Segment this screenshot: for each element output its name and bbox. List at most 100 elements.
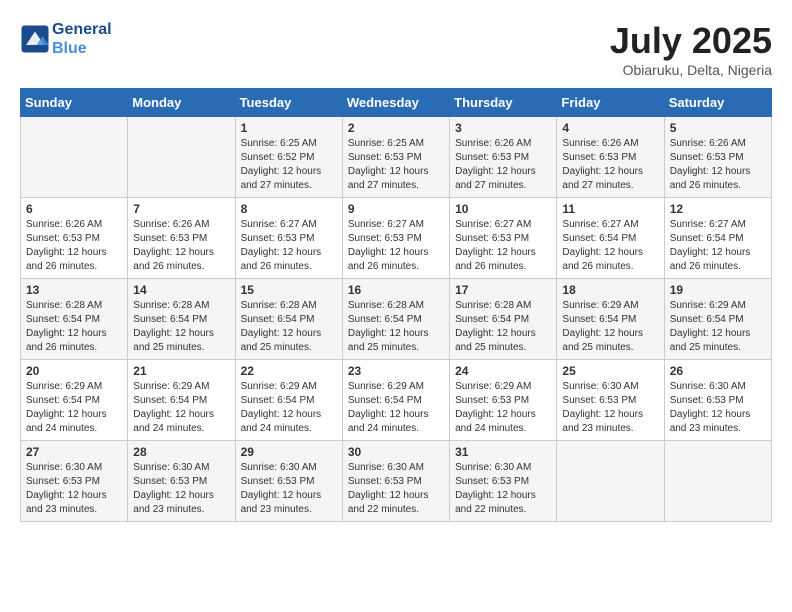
day-number: 5: [670, 121, 766, 135]
day-number: 23: [348, 364, 444, 378]
day-number: 25: [562, 364, 658, 378]
calendar-cell: 13 Sunrise: 6:28 AM Sunset: 6:54 PM Dayli…: [21, 279, 128, 360]
weekday-header-saturday: Saturday: [664, 89, 771, 117]
day-info: Sunrise: 6:26 AM Sunset: 6:53 PM Dayligh…: [455, 137, 551, 193]
day-number: 28: [133, 445, 229, 459]
day-info: Sunrise: 6:28 AM Sunset: 6:54 PM Dayligh…: [348, 299, 444, 355]
calendar-cell: 8 Sunrise: 6:27 AM Sunset: 6:53 PM Daylig…: [235, 198, 342, 279]
calendar-cell: 3 Sunrise: 6:26 AM Sunset: 6:53 PM Daylig…: [450, 117, 557, 198]
weekday-header-sunday: Sunday: [21, 89, 128, 117]
day-info: Sunrise: 6:25 AM Sunset: 6:52 PM Dayligh…: [241, 137, 337, 193]
calendar-week-row: 6 Sunrise: 6:26 AM Sunset: 6:53 PM Daylig…: [21, 198, 772, 279]
day-number: 24: [455, 364, 551, 378]
calendar-week-row: 1 Sunrise: 6:25 AM Sunset: 6:52 PM Daylig…: [21, 117, 772, 198]
calendar-cell: 24 Sunrise: 6:29 AM Sunset: 6:53 PM Dayli…: [450, 360, 557, 441]
calendar-cell: 5 Sunrise: 6:26 AM Sunset: 6:53 PM Daylig…: [664, 117, 771, 198]
month-title: July 2025: [610, 20, 772, 62]
day-info: Sunrise: 6:29 AM Sunset: 6:53 PM Dayligh…: [455, 380, 551, 436]
day-info: Sunrise: 6:30 AM Sunset: 6:53 PM Dayligh…: [562, 380, 658, 436]
day-info: Sunrise: 6:28 AM Sunset: 6:54 PM Dayligh…: [241, 299, 337, 355]
day-info: Sunrise: 6:29 AM Sunset: 6:54 PM Dayligh…: [670, 299, 766, 355]
day-info: Sunrise: 6:29 AM Sunset: 6:54 PM Dayligh…: [562, 299, 658, 355]
day-info: Sunrise: 6:26 AM Sunset: 6:53 PM Dayligh…: [670, 137, 766, 193]
calendar-cell: [557, 441, 664, 522]
day-info: Sunrise: 6:30 AM Sunset: 6:53 PM Dayligh…: [670, 380, 766, 436]
day-number: 10: [455, 202, 551, 216]
weekday-header-friday: Friday: [557, 89, 664, 117]
day-number: 21: [133, 364, 229, 378]
day-info: Sunrise: 6:28 AM Sunset: 6:54 PM Dayligh…: [26, 299, 122, 355]
calendar-week-row: 13 Sunrise: 6:28 AM Sunset: 6:54 PM Dayli…: [21, 279, 772, 360]
day-info: Sunrise: 6:27 AM Sunset: 6:53 PM Dayligh…: [348, 218, 444, 274]
calendar-cell: 31 Sunrise: 6:30 AM Sunset: 6:53 PM Dayli…: [450, 441, 557, 522]
calendar-cell: 11 Sunrise: 6:27 AM Sunset: 6:54 PM Dayli…: [557, 198, 664, 279]
weekday-header-tuesday: Tuesday: [235, 89, 342, 117]
calendar-cell: 25 Sunrise: 6:30 AM Sunset: 6:53 PM Dayli…: [557, 360, 664, 441]
day-info: Sunrise: 6:30 AM Sunset: 6:53 PM Dayligh…: [348, 461, 444, 517]
day-number: 30: [348, 445, 444, 459]
logo: General Blue: [20, 20, 112, 58]
day-number: 1: [241, 121, 337, 135]
day-info: Sunrise: 6:29 AM Sunset: 6:54 PM Dayligh…: [241, 380, 337, 436]
day-number: 9: [348, 202, 444, 216]
calendar-cell: 9 Sunrise: 6:27 AM Sunset: 6:53 PM Daylig…: [342, 198, 449, 279]
day-number: 29: [241, 445, 337, 459]
day-info: Sunrise: 6:30 AM Sunset: 6:53 PM Dayligh…: [241, 461, 337, 517]
day-info: Sunrise: 6:29 AM Sunset: 6:54 PM Dayligh…: [133, 380, 229, 436]
calendar-cell: 4 Sunrise: 6:26 AM Sunset: 6:53 PM Daylig…: [557, 117, 664, 198]
calendar-cell: 17 Sunrise: 6:28 AM Sunset: 6:54 PM Dayli…: [450, 279, 557, 360]
day-number: 11: [562, 202, 658, 216]
day-info: Sunrise: 6:28 AM Sunset: 6:54 PM Dayligh…: [455, 299, 551, 355]
day-number: 15: [241, 283, 337, 297]
calendar-cell: [128, 117, 235, 198]
day-number: 13: [26, 283, 122, 297]
calendar-week-row: 27 Sunrise: 6:30 AM Sunset: 6:53 PM Dayli…: [21, 441, 772, 522]
calendar-cell: 12 Sunrise: 6:27 AM Sunset: 6:54 PM Dayli…: [664, 198, 771, 279]
day-info: Sunrise: 6:28 AM Sunset: 6:54 PM Dayligh…: [133, 299, 229, 355]
title-block: July 2025 Obiaruku, Delta, Nigeria: [610, 20, 772, 78]
calendar-cell: 6Sunrise: 6:26 AM Sunset: 6:53 PM Daylig…: [21, 198, 128, 279]
day-number: 16: [348, 283, 444, 297]
location: Obiaruku, Delta, Nigeria: [610, 62, 772, 78]
day-number: 3: [455, 121, 551, 135]
day-number: 6: [26, 202, 122, 216]
calendar-cell: 26 Sunrise: 6:30 AM Sunset: 6:53 PM Dayli…: [664, 360, 771, 441]
day-number: 19: [670, 283, 766, 297]
weekday-row: SundayMondayTuesdayWednesdayThursdayFrid…: [21, 89, 772, 117]
day-info: Sunrise: 6:26 AM Sunset: 6:53 PM Dayligh…: [133, 218, 229, 274]
day-info: Sunrise: 6:30 AM Sunset: 6:53 PM Dayligh…: [26, 461, 122, 517]
day-number: 8: [241, 202, 337, 216]
calendar-cell: 7Sunrise: 6:26 AM Sunset: 6:53 PM Daylig…: [128, 198, 235, 279]
day-number: 18: [562, 283, 658, 297]
calendar-cell: 28Sunrise: 6:30 AM Sunset: 6:53 PM Dayli…: [128, 441, 235, 522]
calendar-cell: [21, 117, 128, 198]
day-info: Sunrise: 6:27 AM Sunset: 6:54 PM Dayligh…: [562, 218, 658, 274]
logo-text: General Blue: [52, 20, 112, 58]
day-number: 26: [670, 364, 766, 378]
calendar-header: SundayMondayTuesdayWednesdayThursdayFrid…: [21, 89, 772, 117]
day-info: Sunrise: 6:27 AM Sunset: 6:53 PM Dayligh…: [455, 218, 551, 274]
day-number: 4: [562, 121, 658, 135]
calendar-cell: 22 Sunrise: 6:29 AM Sunset: 6:54 PM Dayli…: [235, 360, 342, 441]
calendar-cell: 14 Sunrise: 6:28 AM Sunset: 6:54 PM Dayli…: [128, 279, 235, 360]
calendar-cell: 23Sunrise: 6:29 AM Sunset: 6:54 PM Dayli…: [342, 360, 449, 441]
day-number: 12: [670, 202, 766, 216]
logo-icon: [20, 24, 50, 54]
calendar-cell: 10 Sunrise: 6:27 AM Sunset: 6:53 PM Dayli…: [450, 198, 557, 279]
calendar-cell: 29 Sunrise: 6:30 AM Sunset: 6:53 PM Dayli…: [235, 441, 342, 522]
calendar-body: 1 Sunrise: 6:25 AM Sunset: 6:52 PM Daylig…: [21, 117, 772, 522]
day-number: 31: [455, 445, 551, 459]
calendar-cell: 18 Sunrise: 6:29 AM Sunset: 6:54 PM Dayli…: [557, 279, 664, 360]
day-number: 14: [133, 283, 229, 297]
calendar-cell: 1 Sunrise: 6:25 AM Sunset: 6:52 PM Daylig…: [235, 117, 342, 198]
day-number: 17: [455, 283, 551, 297]
day-info: Sunrise: 6:26 AM Sunset: 6:53 PM Dayligh…: [562, 137, 658, 193]
day-info: Sunrise: 6:27 AM Sunset: 6:54 PM Dayligh…: [670, 218, 766, 274]
day-number: 2: [348, 121, 444, 135]
calendar-table: SundayMondayTuesdayWednesdayThursdayFrid…: [20, 88, 772, 522]
day-info: Sunrise: 6:27 AM Sunset: 6:53 PM Dayligh…: [241, 218, 337, 274]
day-info: Sunrise: 6:30 AM Sunset: 6:53 PM Dayligh…: [455, 461, 551, 517]
calendar-cell: [664, 441, 771, 522]
day-number: 22: [241, 364, 337, 378]
day-number: 27: [26, 445, 122, 459]
